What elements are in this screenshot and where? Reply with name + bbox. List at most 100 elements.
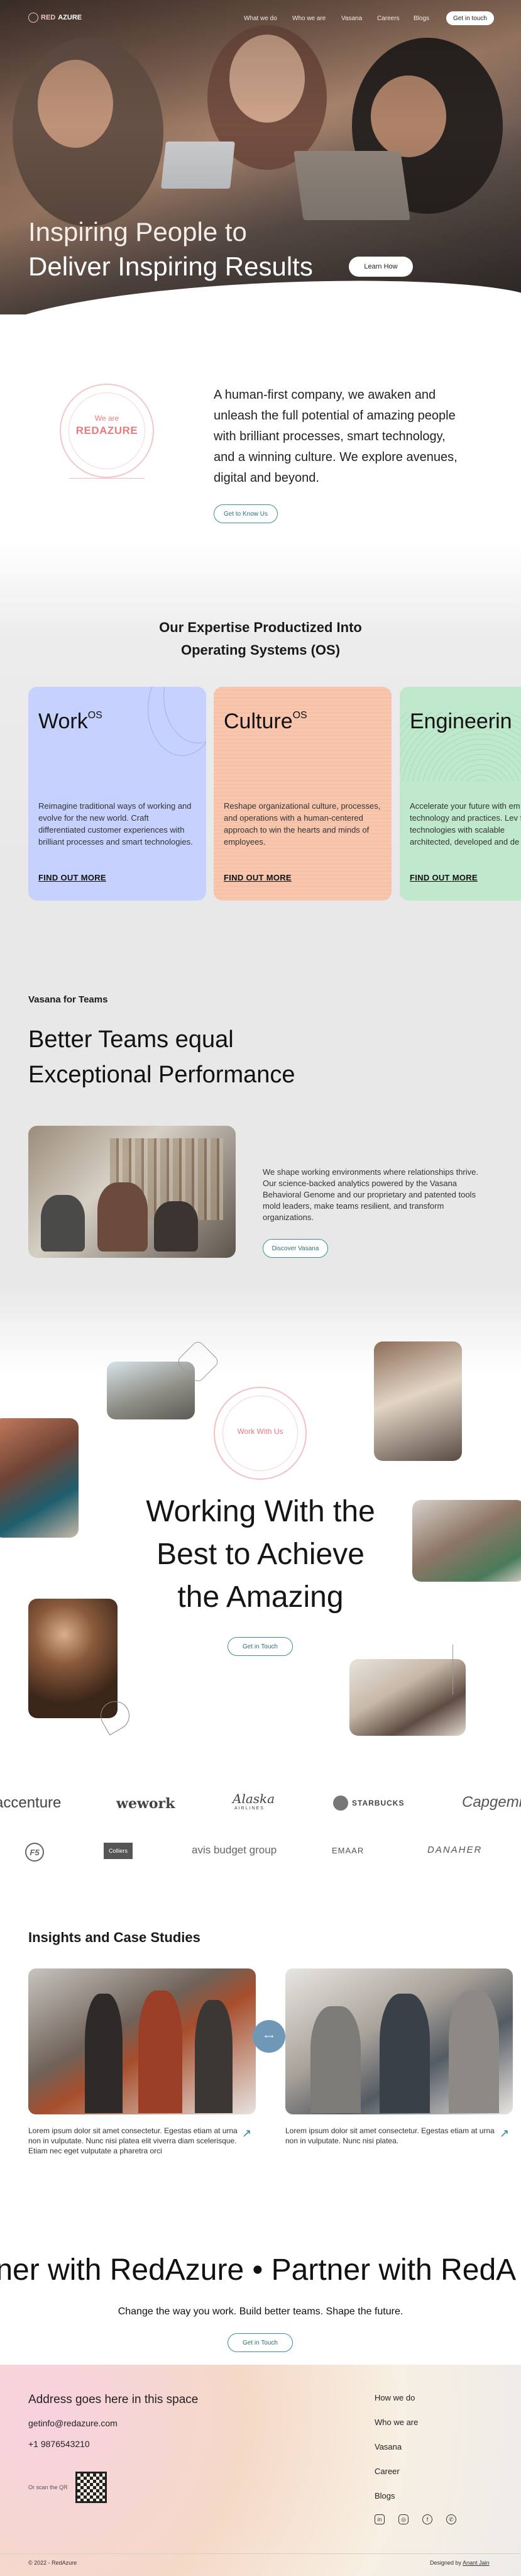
logo-alaska: Alaska (233, 1791, 275, 1806)
decor-plant-icon (452, 1645, 484, 1695)
work-photo-women-laptop (374, 1341, 462, 1461)
card-find-out-more-link[interactable]: FIND OUT MORE (38, 873, 106, 882)
card-title: WorkOS (38, 709, 102, 734)
insight-card-text-1: Lorem ipsum dolor sit amet consectetur. … (28, 2126, 238, 2155)
nav-link-blogs[interactable]: Blogs (414, 15, 429, 22)
work-photo-coffee (28, 1599, 118, 1718)
instagram-icon[interactable]: ◎ (398, 2514, 409, 2524)
card-title-text: Work (38, 709, 88, 733)
footer-qr-label: Or scan the QR (28, 2484, 68, 2490)
footer-link-career[interactable]: Career (375, 2467, 400, 2476)
nav-link-vasana[interactable]: Vasana (341, 15, 362, 22)
card-description: Accelerate your future with em technolog… (410, 801, 521, 847)
photo-person (310, 2006, 361, 2113)
vasana-title: Better Teams equal Exceptional Performan… (28, 1022, 295, 1092)
nav-link-who-we-are[interactable]: Who we are (292, 15, 326, 22)
work-photo-office-meeting (349, 1659, 466, 1736)
partner-get-in-touch-button[interactable]: Get in Touch (228, 2333, 293, 2352)
whatsapp-icon[interactable]: ✆ (446, 2514, 456, 2524)
footer-copyright: © 2022 - RedAzure (28, 2560, 77, 2566)
photo-person (41, 1195, 85, 1252)
brand-logo-icon (28, 13, 38, 23)
photo-person (380, 1994, 430, 2113)
footer-phone-link[interactable]: +1 9876543210 (28, 2439, 90, 2449)
footer-link-how-we-do[interactable]: How we do (375, 2393, 415, 2402)
hero-section: RED AZURE What we do Who we are Vasana Ca… (0, 0, 521, 314)
photo-person (97, 1182, 148, 1252)
facebook-icon[interactable]: f (422, 2514, 432, 2524)
footer-link-who-we-are[interactable]: Who we are (375, 2418, 418, 2427)
logo-wework: wework (116, 1796, 175, 1812)
drag-cursor-icon[interactable]: ⟷ (253, 2020, 285, 2053)
logo-colliers: Colliers (104, 1843, 133, 1859)
card-title-sup: OS (87, 709, 102, 721)
vasana-eyebrow: Vasana for Teams (28, 994, 108, 1005)
about-section: We are REDAZURE A human-first company, w… (0, 340, 521, 547)
nav-get-in-touch-button[interactable]: Get in touch (446, 11, 494, 25)
card-title-sup: OS (292, 709, 307, 721)
expertise-card-work[interactable]: WorkOS Reimagine traditional ways of wor… (28, 687, 206, 901)
footer-credit-link[interactable]: Anant Jain (463, 2560, 490, 2566)
footer-link-blogs[interactable]: Blogs (375, 2491, 395, 2501)
expertise-title: Our Expertise Productized Into Operating… (0, 616, 521, 662)
logo-starbucks-icon (333, 1796, 348, 1811)
logo-emaar: EMAAR (332, 1846, 365, 1855)
vasana-team-photo (28, 1126, 236, 1258)
footer-qr-code[interactable] (75, 2472, 107, 2503)
work-with-us-section: Work With Us Working With the Best to Ac… (0, 1286, 521, 1774)
insight-card-text-2: Lorem ipsum dolor sit amet consectetur. … (285, 2126, 495, 2145)
brand-name-suffix: AZURE (58, 14, 82, 21)
photo-person (449, 1990, 499, 2113)
about-badge-top-text: We are (94, 414, 119, 423)
footer-divider (0, 2553, 521, 2554)
brand-logo[interactable]: RED AZURE (28, 13, 82, 23)
work-get-in-touch-button[interactable]: Get in Touch (228, 1637, 293, 1656)
photo-person (154, 1201, 198, 1252)
insight-card-image-1[interactable] (28, 1968, 256, 2114)
vasana-title-line1: Better Teams equal (28, 1026, 234, 1053)
card-find-out-more-link[interactable]: FIND OUT MORE (224, 873, 292, 882)
expertise-card-culture[interactable]: CultureOS Reshape organizational culture… (214, 687, 392, 901)
footer-address: Address goes here in this space (28, 2393, 199, 2406)
expertise-card-engineering[interactable]: Engineerin Accelerate your future with e… (400, 687, 521, 901)
card-description: Reshape organizational culture, processe… (224, 801, 381, 847)
card-title-text: Engineerin (410, 709, 512, 733)
vasana-title-line2: Exceptional Performance (28, 1062, 295, 1088)
logo-accenture: accenture (0, 1794, 62, 1811)
photo-person (138, 1990, 182, 2113)
vasana-discover-button[interactable]: Discover Vasana (263, 1239, 328, 1258)
footer-link-vasana[interactable]: Vasana (375, 2442, 402, 2451)
insights-section: Insights and Case Studies Lorem ipsum do… (0, 1893, 521, 2220)
logo-starbucks: STARBUCKS (352, 1799, 405, 1807)
partner-subtitle: Change the way you work. Build better te… (118, 2306, 403, 2317)
insight-card-image-2[interactable] (285, 1968, 513, 2114)
about-text: A human-first company, we awaken and unl… (214, 388, 458, 485)
expertise-title-line2: Operating Systems (OS) (180, 642, 341, 658)
brand-name-prefix: RED (41, 14, 56, 21)
card-find-out-more-link[interactable]: FIND OUT MORE (410, 873, 478, 882)
about-badge-main-text: REDAZURE (75, 425, 138, 436)
footer-credit: Designed by Anant Jain (430, 2560, 490, 2566)
logo-avis-budget-group: avis budget group (192, 1844, 277, 1856)
nav-link-careers[interactable]: Careers (377, 15, 400, 22)
nav-link-what-we-do[interactable]: What we do (244, 15, 277, 22)
footer-email-link[interactable]: getinfo@redazure.com (28, 2418, 118, 2428)
hero-title-line2: Deliver Inspiring Results (28, 252, 313, 281)
insights-title: Insights and Case Studies (28, 1929, 200, 1945)
client-logos-section: accenture wework Alaska AIRLINES STARBUC… (0, 1774, 521, 1893)
hero-title-line1: Inspiring People to (28, 217, 247, 247)
footer: Address goes here in this space getinfo@… (0, 2365, 521, 2576)
logo-f5: F5 (25, 1843, 44, 1862)
about-badge-base-line (69, 475, 145, 479)
work-badge-text: Work With Us (237, 1427, 283, 1436)
hero-learn-how-button[interactable]: Learn How (349, 257, 413, 277)
linkedin-icon[interactable]: in (375, 2514, 385, 2524)
about-get-to-know-us-button[interactable]: Get to Know Us (214, 504, 278, 523)
arrow-up-right-icon[interactable]: ↗ (242, 2127, 251, 2140)
logo-danaher: DANAHER (427, 1845, 483, 1855)
logo-capgemini: Capgemini (462, 1794, 521, 1811)
vasana-text: We shape working environments where rela… (263, 1167, 478, 1222)
arrow-up-right-icon[interactable]: ↗ (500, 2127, 509, 2140)
expertise-title-line1: Our Expertise Productized Into (159, 619, 362, 635)
card-title: CultureOS (224, 709, 307, 734)
